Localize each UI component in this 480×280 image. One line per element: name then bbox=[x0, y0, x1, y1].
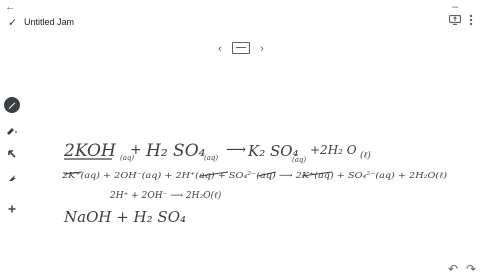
acid-state: (aq) bbox=[204, 154, 218, 162]
product-state: (aq) bbox=[292, 156, 306, 164]
reactant-koh: 2KOH bbox=[63, 141, 117, 161]
frame-pager: ‹ › bbox=[210, 37, 272, 61]
more-vert-icon[interactable] bbox=[464, 13, 478, 27]
undo-icon[interactable]: ↶ bbox=[446, 262, 460, 276]
document-title[interactable]: Untitled Jam bbox=[24, 17, 74, 27]
product-water: +2H₂ O bbox=[310, 143, 357, 157]
minimize-icon[interactable]: – bbox=[452, 2, 458, 13]
plus-sign: + bbox=[130, 142, 142, 158]
reaction-arrow: ⟶ bbox=[226, 142, 246, 158]
jam-canvas[interactable]: 2KOH (aq) + H₂ SO₄ (aq) ⟶ K₂ SO₄ (aq) +2… bbox=[40, 120, 460, 240]
ionic-equation: 2K⁺(aq) + 2OH⁻(aq) + 2H⁺(aq) + SO₄²⁻(aq)… bbox=[61, 170, 447, 181]
acid-h2so4: H₂ SO₄ bbox=[145, 141, 206, 161]
select-icon[interactable] bbox=[5, 147, 19, 161]
net-ionic-equation: 2H⁺ + 2OH⁻ ⟶ 2H₂O(ℓ) bbox=[109, 190, 222, 201]
redo-icon[interactable]: ↷ bbox=[464, 262, 478, 276]
marker-icon[interactable] bbox=[5, 123, 19, 137]
add-icon[interactable] bbox=[5, 202, 19, 216]
prev-frame-button[interactable]: ‹ bbox=[212, 41, 228, 57]
water-state: (ℓ) bbox=[360, 150, 371, 161]
check-icon[interactable]: ✓ bbox=[8, 16, 17, 29]
next-frame-button[interactable]: › bbox=[254, 41, 270, 57]
naoh-equation: NaOH + H₂ SO₄ bbox=[63, 208, 186, 226]
present-to-display-icon[interactable] bbox=[448, 13, 462, 27]
product-k2so4: K₂ SO₄ bbox=[247, 142, 299, 160]
frame-icon[interactable] bbox=[232, 42, 250, 54]
pen-icon[interactable] bbox=[4, 97, 20, 113]
laser-icon[interactable] bbox=[5, 171, 19, 185]
back-arrow-icon[interactable]: ← bbox=[5, 2, 16, 13]
top-bar: ← ✓ Untitled Jam – bbox=[0, 0, 480, 40]
